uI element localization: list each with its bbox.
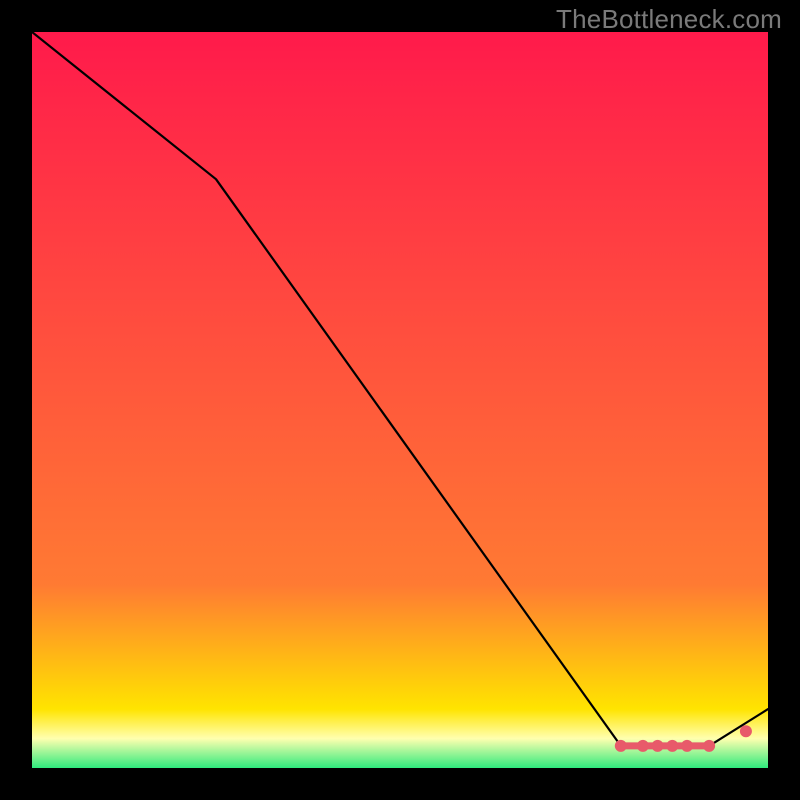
plot-area [32,32,768,768]
chart-frame: TheBottleneck.com [0,0,800,800]
gradient-background [32,32,768,768]
watermark-text: TheBottleneck.com [556,4,782,35]
data-marker [637,740,648,751]
data-marker [682,740,693,751]
data-marker [615,740,626,751]
data-marker [667,740,678,751]
data-marker [652,740,663,751]
plot-svg [32,32,768,768]
data-marker [740,726,751,737]
data-marker [704,740,715,751]
